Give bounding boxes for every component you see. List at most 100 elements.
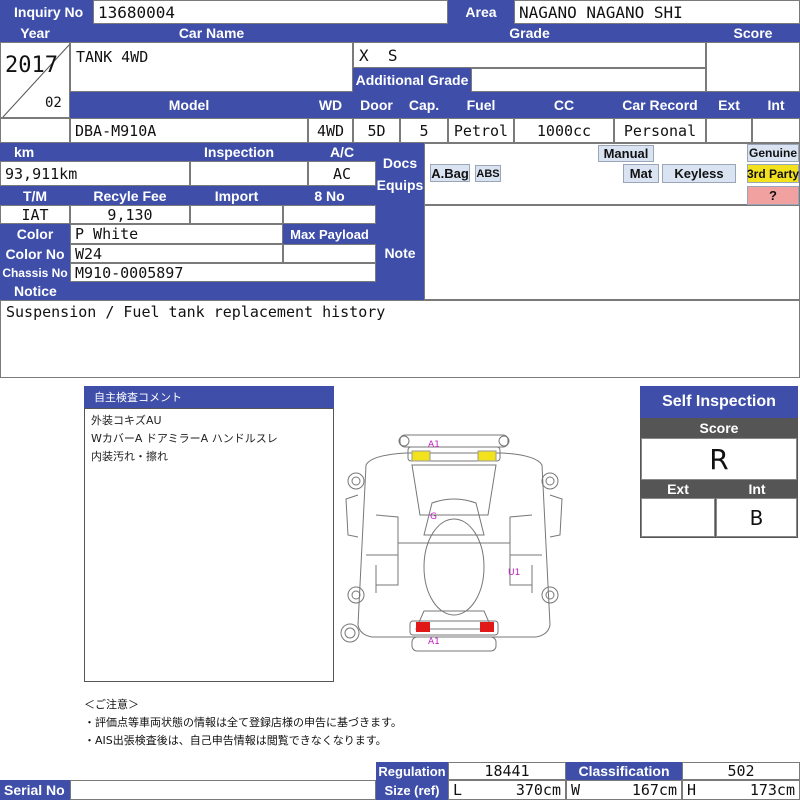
car-record-value: Personal <box>614 118 706 143</box>
abs-badge: ABS <box>475 165 501 182</box>
self-int-label: Int <box>716 480 798 498</box>
area-label: Area <box>448 0 514 24</box>
size-w-label: W <box>571 781 581 799</box>
max-payload-label: Max Payload <box>283 224 376 244</box>
caution-title: ＜ご注意＞ <box>84 698 139 711</box>
comment-line: 内装汚れ・擦れ <box>91 450 168 463</box>
wd-label: WD <box>308 92 353 118</box>
additional-grade-label: Additional Grade <box>353 68 471 92</box>
ext-value <box>706 118 752 143</box>
color-no-label: Color No <box>0 244 70 263</box>
rear-right-light <box>480 622 494 632</box>
cc-label: CC <box>514 92 614 118</box>
int-value <box>752 118 800 143</box>
eight-no-value <box>283 205 376 224</box>
score-label: Score <box>706 24 800 42</box>
hood <box>411 464 497 516</box>
roof <box>423 518 485 616</box>
front-left-wheel <box>347 472 365 490</box>
color-value: P White <box>70 224 283 244</box>
car-name-label: Car Name <box>70 24 353 42</box>
side-mark: U1 <box>508 568 520 578</box>
docs-label: Docs <box>382 155 418 171</box>
notice-label: Notice <box>0 282 376 300</box>
size-w-value: 167cm <box>631 781 677 799</box>
right-side-panel <box>549 494 563 538</box>
tm-label: T/M <box>0 186 70 205</box>
docs-equips-header: Docs Equips <box>376 143 424 205</box>
cap-label: Cap. <box>400 92 448 118</box>
wd-value: 4WD <box>308 118 353 143</box>
size-h-cell: H 173cm <box>682 780 800 800</box>
import-label: Import <box>190 186 283 205</box>
year-box: 2017 02 <box>0 42 70 118</box>
equips-label: Equips <box>376 177 424 193</box>
door-label: Door <box>353 92 400 118</box>
self-inspection-title: Self Inspection <box>640 386 798 418</box>
front-bumper <box>399 434 509 448</box>
comment-line: WカバーA ドアミラーA ハンドルスレ <box>91 432 278 445</box>
mat-badge: Mat <box>623 164 659 183</box>
grade-label: Grade <box>353 24 706 42</box>
self-score-label: Score <box>640 418 798 438</box>
note-box <box>424 205 800 300</box>
color-label: Color <box>0 224 70 244</box>
inspection-value <box>190 161 308 186</box>
inquiry-no-label: Inquiry No <box>0 0 93 24</box>
additional-grade-value <box>471 68 706 92</box>
third-party-badge: 3rd Party <box>747 164 799 183</box>
self-ext-value <box>641 498 715 537</box>
rear-bumper <box>411 636 497 652</box>
km-value: 93,911km <box>0 161 190 186</box>
classification-label: Classification <box>566 762 682 780</box>
self-ext-label: Ext <box>640 480 716 498</box>
self-int-value: B <box>716 498 797 537</box>
km-label: km <box>0 143 190 161</box>
size-label: Size (ref) <box>376 780 448 800</box>
rear-right-wheel <box>541 586 559 604</box>
serial-no-label: Serial No <box>0 780 70 800</box>
regulation-label: Regulation <box>376 762 448 780</box>
classification-value: 502 <box>682 762 800 780</box>
fuel-label: Fuel <box>448 92 514 118</box>
model-value: DBA-M910A <box>70 118 308 143</box>
size-w-cell: W 167cm <box>566 780 682 800</box>
cap-value: 5 <box>400 118 448 143</box>
rear-right-hub <box>545 590 555 600</box>
size-h-label: H <box>687 781 697 799</box>
recycle-fee-value: 9,130 <box>70 205 190 224</box>
self-inspection-panel: Self Inspection Score R Ext Int B <box>640 386 798 538</box>
grade-value: X S <box>359 46 398 65</box>
self-score-value: R <box>641 438 797 480</box>
front-right-light-damage <box>477 450 497 462</box>
door-value: 5D <box>353 118 400 143</box>
cc-value: 1000cc <box>514 118 614 143</box>
chassis-no-label: Chassis No <box>0 263 70 282</box>
front-right-wheel <box>541 472 559 490</box>
year-value: 2017 <box>5 53 58 78</box>
rear-mark: A1 <box>428 637 440 647</box>
spare-wheel <box>340 623 360 643</box>
ac-value: AC <box>308 161 376 186</box>
rear-left-wheel <box>347 586 365 604</box>
notice-text: Suspension / Fuel tank replacement histo… <box>6 303 386 321</box>
color-no-value: W24 <box>70 244 283 263</box>
size-l-cell: L 370cm <box>448 780 566 800</box>
chassis-no-value: M910-0005897 <box>70 263 376 282</box>
abag-badge: A.Bag <box>430 164 470 182</box>
manual-badge: Manual <box>598 145 654 162</box>
grade-box: X S <box>353 42 706 68</box>
left-side-panel <box>345 494 359 538</box>
car-name-box: TANK 4WD <box>70 42 353 92</box>
car-record-label: Car Record <box>614 92 706 118</box>
car-name-value: TANK 4WD <box>76 48 149 66</box>
ext-label: Ext <box>706 92 752 118</box>
body-outline <box>357 452 551 638</box>
comment-line: 外装コキズAU <box>91 414 162 427</box>
rear-left-hub <box>351 590 361 600</box>
eight-no-label: 8 No <box>283 186 376 205</box>
model-label: Model <box>70 92 308 118</box>
glass-mark: G <box>430 512 437 522</box>
inspection-comment-title: 自主検査コメント <box>84 386 334 408</box>
front-right-hub <box>545 476 555 486</box>
